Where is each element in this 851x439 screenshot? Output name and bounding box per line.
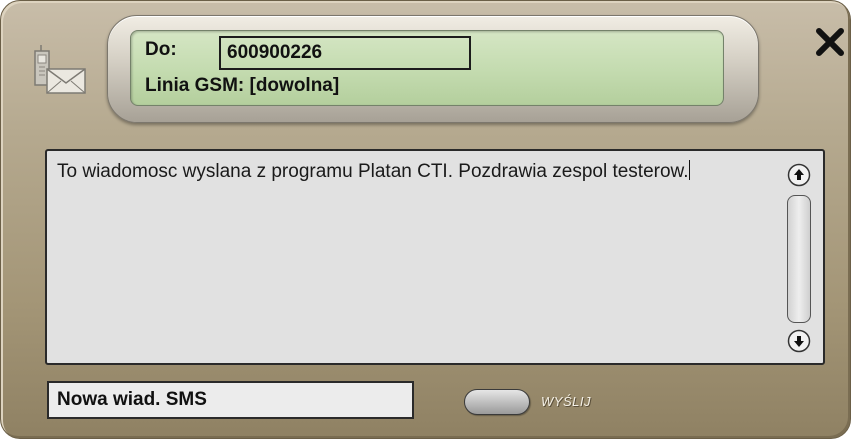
sms-phone-envelope-icon bbox=[29, 45, 89, 99]
header-display: Do: Linia GSM: [dowolna] bbox=[130, 30, 724, 106]
message-textarea[interactable]: To wiadomosc wyslana z programu Platan C… bbox=[45, 149, 825, 365]
message-content: To wiadomosc wyslana z programu Platan C… bbox=[57, 161, 689, 182]
close-icon bbox=[816, 28, 844, 56]
scroll-down-button[interactable] bbox=[787, 329, 811, 353]
scrollbar-track[interactable] bbox=[787, 195, 811, 323]
recipient-input[interactable] bbox=[219, 36, 471, 70]
text-caret bbox=[688, 160, 690, 180]
send-button[interactable] bbox=[464, 389, 530, 415]
scroll-up-button[interactable] bbox=[787, 163, 811, 187]
arrow-up-icon bbox=[787, 163, 811, 187]
header-display-bezel: Do: Linia GSM: [dowolna] bbox=[107, 15, 759, 123]
status-field: Nowa wiad. SMS bbox=[47, 381, 414, 419]
message-text[interactable]: To wiadomosc wyslana z programu Platan C… bbox=[57, 159, 777, 185]
arrow-down-icon bbox=[787, 329, 811, 353]
send-label[interactable]: WYŚLIJ bbox=[541, 394, 591, 409]
close-button[interactable] bbox=[813, 25, 847, 59]
gsm-line-label: Linia GSM: [dowolna] bbox=[145, 75, 340, 96]
sms-window: Do: Linia GSM: [dowolna] To wiadomosc wy… bbox=[0, 0, 851, 439]
recipient-label: Do: bbox=[145, 39, 177, 60]
